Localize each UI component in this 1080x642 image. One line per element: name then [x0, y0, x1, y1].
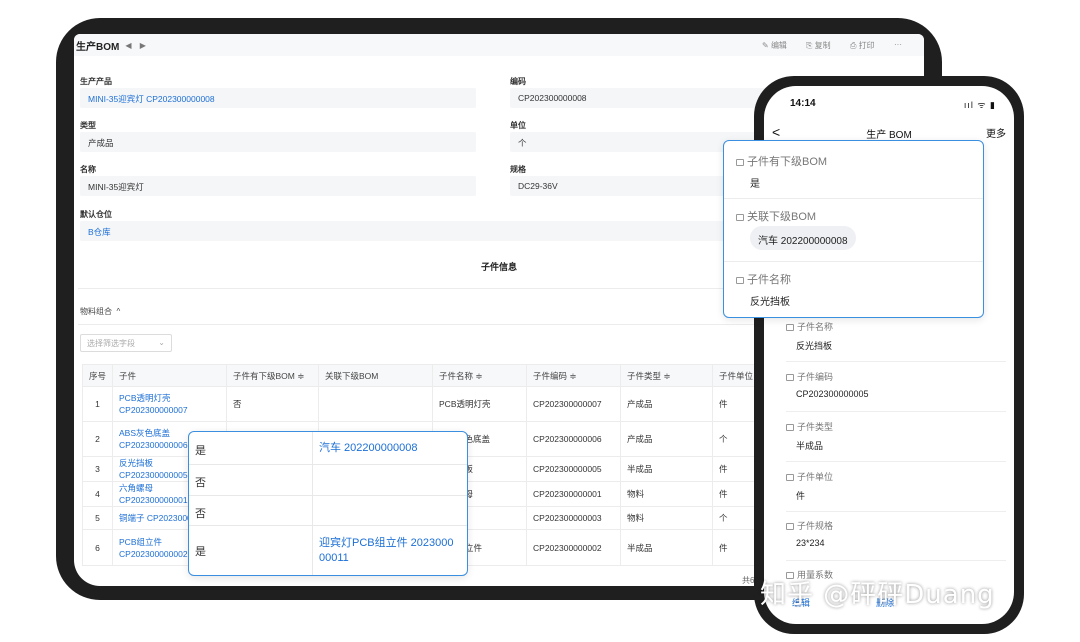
status-icons: ııl ᯤ ▮ [963, 100, 996, 110]
detail-item: 子件类型 半成品 [786, 420, 1006, 462]
group-toggle[interactable]: 物料组合 ^ [80, 306, 120, 317]
card-section: 关联下级BOM 汽车 202200000008 [724, 208, 983, 262]
popup-row[interactable]: 是 汽车 202200000008 [189, 432, 467, 465]
page-header: 生产BOM ◀ ▶ ✎ 编辑 ⎘ 复制 ⎙ 打印 ··· [74, 34, 924, 56]
prev-next-arrows[interactable]: ◀ ▶ [125, 41, 149, 50]
field-icon [786, 474, 794, 481]
spec-label: 规格 [510, 165, 526, 174]
field-icon [736, 277, 744, 284]
type-label: 类型 [80, 121, 96, 130]
chevron-up-icon: ^ [116, 307, 121, 316]
detail-item: 子件编码 CP202300000005 [786, 370, 1006, 412]
col-header: 关联下级BOM [318, 364, 434, 387]
product-label: 生产产品 [80, 77, 112, 86]
field-icon [786, 523, 794, 530]
col-header[interactable]: 子件类型 ≑ [620, 364, 714, 387]
chevron-down-icon: ⌄ [158, 338, 165, 347]
field-icon [786, 424, 794, 431]
col-header[interactable]: 子件名称 ≑ [432, 364, 528, 387]
more-button[interactable]: ··· [894, 40, 902, 49]
warehouse-label: 默认仓位 [80, 210, 112, 219]
type-field[interactable]: 产成品 [80, 132, 476, 152]
unit-label: 单位 [510, 121, 526, 130]
field-icon [786, 374, 794, 381]
field-icon [786, 324, 794, 331]
warehouse-field[interactable]: B仓库 [80, 221, 820, 241]
product-field[interactable]: MINI-35迎宾灯 CP202300000008 [80, 88, 476, 108]
phone-title: 生产 BOM [866, 130, 912, 141]
sub-bom-link[interactable]: 迎宾灯PCB组立件 2023000 00011 [319, 536, 459, 566]
table-row[interactable]: 1 PCB透明灯壳 CP202300000007 否 PCB透明灯壳 CP202… [81, 386, 764, 422]
detail-item: 子件单位 件 [786, 470, 1006, 512]
col-header: 子件 [112, 364, 228, 387]
name-field[interactable]: MINI-35迎宾灯 [80, 176, 476, 196]
detail-item: 子件名称 反光挡板 [786, 320, 1006, 362]
popup-row[interactable]: 否 [189, 465, 467, 496]
card-section: 子件名称 反光挡板 [724, 271, 983, 311]
link-icon [736, 214, 744, 221]
code-label: 编码 [510, 77, 526, 86]
sub-bom-link[interactable]: 汽车 202200000008 [319, 441, 417, 456]
detail-card: 子件有下级BOM 是 关联下级BOM 汽车 202200000008 子件名称 … [723, 140, 984, 318]
card-section: 子件有下级BOM 是 [724, 153, 983, 199]
more-button[interactable]: 更多 [986, 125, 1006, 140]
related-bom-chip[interactable]: 汽车 202200000008 [750, 226, 856, 250]
group-label: 物料组合 [80, 307, 112, 316]
field-icon [736, 159, 744, 166]
filter-select[interactable]: 选择筛选字段 ⌄ [80, 334, 172, 352]
detail-item: 子件规格 23*234 [786, 519, 1006, 561]
col-header: 序号 [81, 364, 114, 387]
print-button[interactable]: ⎙ 打印 [850, 40, 875, 51]
col-header[interactable]: 子件有下级BOM ≑ [226, 364, 320, 387]
sub-bom-popup: 是 汽车 202200000008 否 否 是 迎宾灯PCB组立件 202300… [188, 431, 468, 576]
popup-row[interactable]: 否 [189, 496, 467, 526]
copy-button[interactable]: ⎘ 复制 [806, 40, 831, 51]
page-title: 生产BOM [76, 41, 120, 53]
col-header[interactable]: 子件编码 ≑ [526, 364, 622, 387]
table-header-row: 序号 子件 子件有下级BOM ≑ 关联下级BOM 子件名称 ≑ 子件编码 ≑ 子… [81, 364, 764, 387]
watermark: 知乎 @砰砰Duang [760, 580, 995, 610]
name-label: 名称 [80, 165, 96, 174]
edit-button[interactable]: ✎ 编辑 [762, 40, 787, 51]
table-total: 共6 [742, 576, 755, 585]
status-time: 14:14 [790, 98, 816, 109]
popup-row[interactable]: 是 迎宾灯PCB组立件 2023000 00011 [189, 526, 467, 575]
